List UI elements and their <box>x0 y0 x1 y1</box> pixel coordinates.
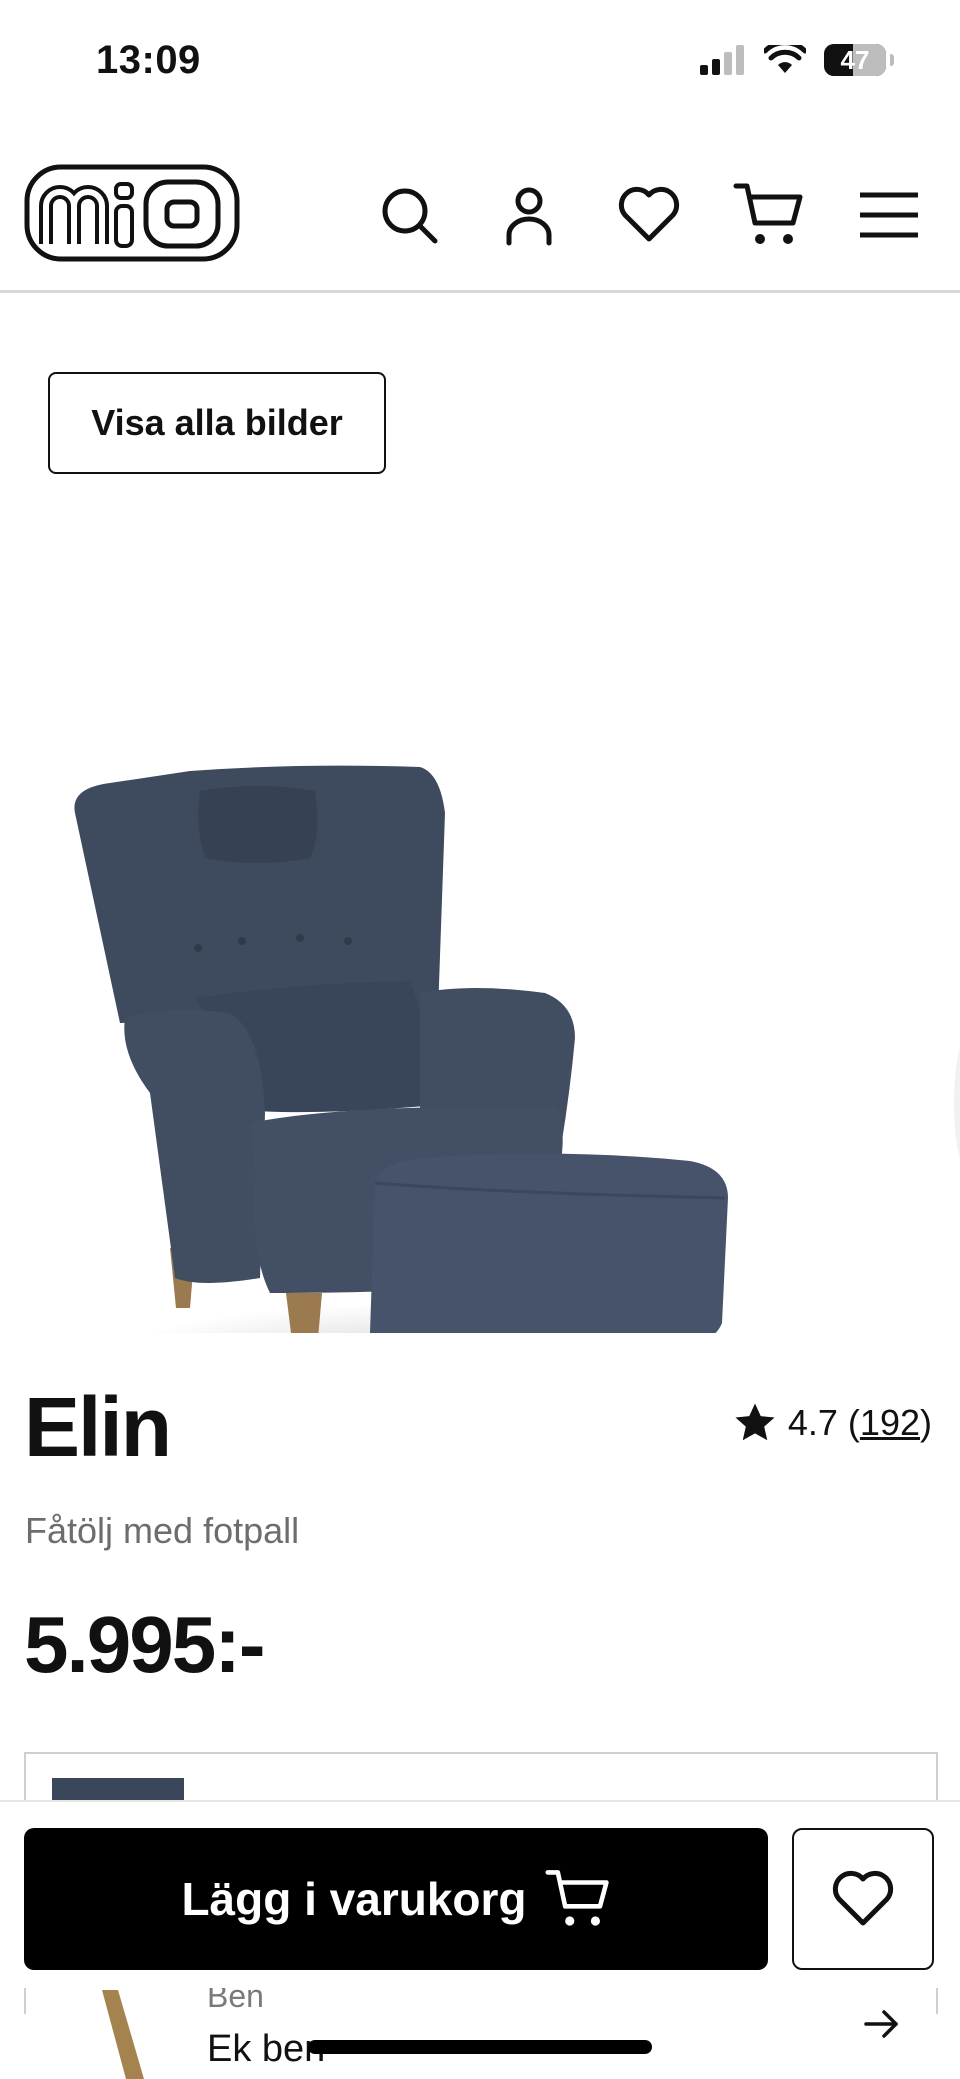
next-image-peek[interactable] <box>954 1033 960 1173</box>
cellular-signal-icon <box>700 45 744 75</box>
menu-icon[interactable] <box>852 178 926 252</box>
account-icon[interactable] <box>492 178 566 252</box>
header-icons <box>372 178 926 252</box>
product-price: 5.995:- <box>24 1600 265 1689</box>
review-count-wrapper[interactable]: (192) <box>848 1402 932 1444</box>
star-icon <box>735 1403 775 1441</box>
product-title: Elin <box>24 1380 172 1474</box>
product-image-armchair-with-footstool[interactable] <box>0 453 760 1333</box>
product-rating[interactable]: 4.7 (192) <box>732 1400 932 1446</box>
status-bar: 13:09 47 <box>0 0 960 120</box>
home-indicator[interactable] <box>308 2040 652 2054</box>
status-time: 13:09 <box>96 38 201 82</box>
cart-icon <box>544 1870 609 1926</box>
status-icons: 47 <box>700 44 894 76</box>
battery-icon: 47 <box>824 44 886 76</box>
heart-icon[interactable] <box>612 178 686 252</box>
wifi-icon <box>764 45 806 73</box>
oak-leg-thumbnail <box>102 1990 144 2079</box>
review-count-link[interactable]: 192 <box>860 1402 920 1443</box>
sticky-action-bar: Lägg i varukorg <box>0 1800 960 1988</box>
cart-icon[interactable] <box>732 178 806 252</box>
mio-logo[interactable] <box>24 164 240 267</box>
add-to-wishlist-button[interactable] <box>792 1828 934 1970</box>
heart-icon <box>832 1870 894 1926</box>
search-icon[interactable] <box>372 178 446 252</box>
add-to-cart-label: Lägg i varukorg <box>181 1873 527 1925</box>
arrow-right-icon[interactable] <box>862 2004 902 2044</box>
rating-value: 4.7 <box>787 1402 838 1443</box>
site-header <box>0 150 960 293</box>
battery-percentage: 47 <box>840 45 870 75</box>
product-gallery[interactable]: Visa alla bilder <box>0 293 960 1353</box>
add-to-cart-button[interactable]: Lägg i varukorg <box>24 1828 768 1970</box>
product-subtitle: Fåtölj med fotpall <box>25 1510 300 1551</box>
